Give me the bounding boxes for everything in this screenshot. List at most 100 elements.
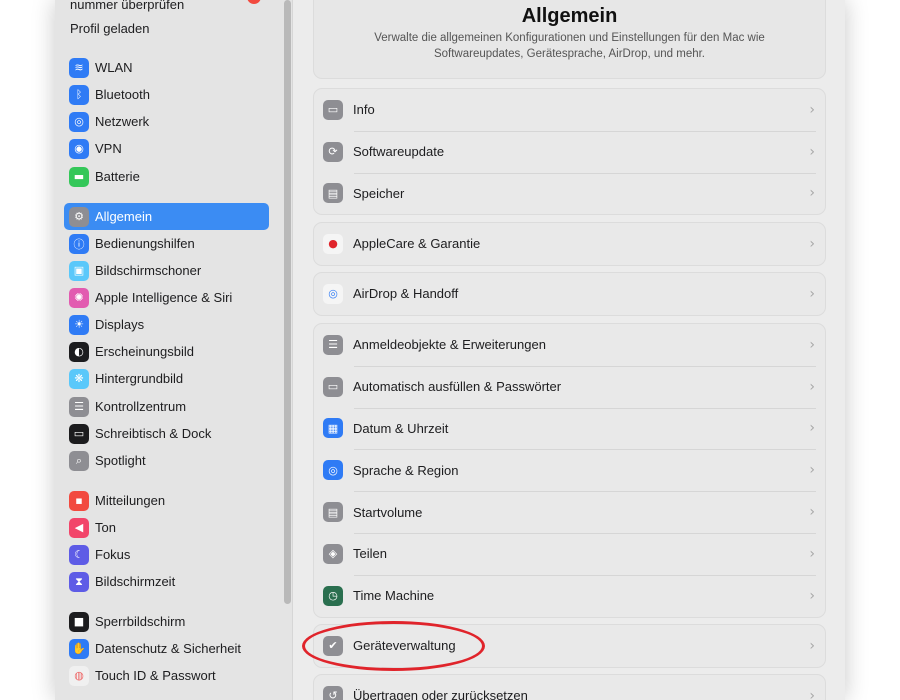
row-label: Time Machine (353, 588, 435, 604)
hourglass-icon: ⧗ (69, 571, 89, 592)
login-items-icon: ☰ (323, 334, 343, 355)
bluetooth-icon: ᛒ (69, 84, 89, 105)
main-pane: Allgemein Verwalte die allgemeinen Konfi… (293, 0, 845, 700)
row-time-machine[interactable]: ◷ Time Machine › (314, 574, 825, 617)
row-anmeldeobjekte-erweiterungen[interactable]: ☰ Anmeldeobjekte & Erweiterungen › (314, 324, 825, 366)
sidebar-item-label: Fokus (95, 547, 131, 562)
sidebar-item-label: Netzwerk (95, 114, 150, 129)
settings-group: ✔ Geräteverwaltung › (313, 624, 826, 668)
row-label: Teilen (353, 546, 387, 562)
notification-badge (247, 0, 261, 4)
row-teilen[interactable]: ◈ Teilen › (314, 532, 825, 575)
sharing-icon: ◈ (323, 543, 343, 564)
chevron-right-icon: › (809, 687, 815, 700)
row-label: Softwareupdate (353, 144, 445, 160)
sidebar-item-fokus[interactable]: ☾ Fokus (64, 541, 269, 568)
row-applecare-garantie[interactable]: ● AppleCare & Garantie › (314, 223, 825, 265)
sidebar-item-bedienungshilfen[interactable]: ⓘ Bedienungshilfen (64, 230, 269, 257)
sidebar-item-touch-id-passwort[interactable]: ◍ Touch ID & Passwort (64, 662, 269, 689)
sidebar-item-displays[interactable]: ☀ Displays (64, 311, 269, 338)
row-label: Info (353, 102, 375, 118)
vpn-icon: ◉ (69, 138, 89, 159)
system-settings-window: nummer überprüfen Profil geladen ≋ WLAN ᛒ B… (55, 0, 845, 700)
sidebar-item-spotlight[interactable]: ⌕ Spotlight (64, 447, 269, 474)
sidebar-item-sperrbildschirm[interactable]: ■ Sperrbildschirm (64, 608, 269, 635)
sidebar-item-label: Erscheinungsbild (95, 344, 195, 359)
software-update-icon: ⟳ (323, 141, 343, 162)
globe-icon: ◎ (69, 111, 89, 132)
sidebar-item-label: Bluetooth (95, 87, 150, 102)
sidebar-item-kontrollzentrum[interactable]: ☰ Kontrollzentrum (64, 393, 269, 420)
sound-icon: ◀ (69, 517, 89, 538)
sidebar-item-hintergrundbild[interactable]: ❋ Hintergrundbild (64, 365, 269, 392)
row-sprache-region[interactable]: ◎ Sprache & Region › (314, 449, 825, 491)
lock-screen-icon: ■ (69, 611, 89, 632)
sun-icon: ☀ (69, 314, 89, 335)
row-softwareupdate[interactable]: ⟳ Softwareupdate › (314, 130, 825, 173)
sidebar-item-allgemein[interactable]: ⚙ Allgemein (64, 203, 269, 230)
reset-icon: ↺ (323, 685, 343, 700)
chevron-right-icon: › (809, 637, 815, 654)
chevron-right-icon: › (809, 462, 815, 479)
chevron-right-icon: › (809, 336, 815, 353)
screensaver-icon: ▣ (69, 260, 89, 281)
sidebar-item-ton[interactable]: ◀ Ton (64, 514, 269, 541)
chevron-right-icon: › (809, 587, 815, 604)
row-startvolume[interactable]: ▤ Startvolume › (314, 491, 825, 533)
sidebar-item-bildschirmschoner[interactable]: ▣ Bildschirmschoner (64, 257, 269, 284)
device-management-icon: ✔ (323, 635, 343, 656)
sidebar-item-label: WLAN (95, 60, 133, 75)
row-speicher[interactable]: ▤ Speicher › (314, 172, 825, 215)
info-laptop-icon: ▭ (323, 99, 343, 120)
chevron-right-icon: › (809, 545, 815, 562)
gear-icon: ⚙ (69, 206, 89, 227)
autofill-icon: ▭ (323, 376, 343, 397)
header-card: Allgemein Verwalte die allgemeinen Konfi… (313, 0, 826, 79)
appearance-icon: ◐ (69, 341, 89, 362)
row-label: Übertragen oder zurücksetzen (353, 688, 528, 700)
row-airdrop-handoff[interactable]: ◎ AirDrop & Handoff › (314, 273, 825, 315)
sidebar-item-mitteilungen[interactable]: ▪ Mitteilungen (64, 487, 269, 514)
sidebar-item-schreibtisch-dock[interactable]: ▭ Schreibtisch & Dock (64, 420, 269, 447)
chevron-right-icon: › (809, 420, 815, 437)
row-label: Geräteverwaltung (353, 638, 456, 654)
disk-icon: ▤ (323, 502, 343, 523)
accessibility-icon: ⓘ (69, 233, 89, 254)
row-automatisch-ausfüllen-passwörter[interactable]: ▭ Automatisch ausfüllen & Passwörter › (314, 365, 825, 408)
siri-icon: ✺ (69, 287, 89, 308)
sidebar-item-label: Datenschutz & Sicherheit (95, 641, 241, 656)
sidebar-item-apple-intelligence-siri[interactable]: ✺ Apple Intelligence & Siri (64, 284, 269, 311)
sidebar-item-bluetooth[interactable]: ᛒ Bluetooth (64, 81, 269, 108)
chevron-right-icon: › (809, 235, 815, 252)
notifications-icon: ▪ (69, 490, 89, 511)
row-label: Sprache & Region (353, 462, 459, 478)
row-label: Datum & Uhrzeit (353, 420, 449, 436)
sidebar-item-vpn[interactable]: ◉ VPN (64, 135, 269, 162)
sidebar-item-datenschutz-sicherheit[interactable]: ✋ Datenschutz & Sicherheit (64, 635, 269, 662)
sidebar-partial-text: nummer überprüfen (70, 0, 185, 12)
sidebar-item-label: Kontrollzentrum (95, 399, 187, 414)
sidebar-item-label: Allgemein (95, 209, 153, 224)
sidebar: nummer überprüfen Profil geladen ≋ WLAN ᛒ B… (55, 0, 293, 700)
sidebar-item-bildschirmzeit[interactable]: ⧗ Bildschirmzeit (64, 568, 269, 595)
sidebar-item-label: Spotlight (95, 453, 146, 468)
sidebar-item-netzwerk[interactable]: ◎ Netzwerk (64, 108, 269, 135)
row-geräteverwaltung[interactable]: ✔ Geräteverwaltung › (314, 625, 825, 667)
row-datum-uhrzeit[interactable]: ▦ Datum & Uhrzeit › (314, 407, 825, 450)
sidebar-item-erscheinungsbild[interactable]: ◐ Erscheinungsbild (64, 338, 269, 365)
sidebar-item-batterie[interactable]: ▬ Batterie (64, 163, 269, 190)
chevron-right-icon: › (809, 101, 815, 118)
sidebar-item-label: Sperrbildschirm (95, 614, 186, 629)
sidebar-item-wlan[interactable]: ≋ WLAN (64, 54, 269, 81)
airdrop-icon: ◎ (323, 283, 343, 304)
row-übertragen-oder-zurücksetzen[interactable]: ↺ Übertragen oder zurücksetzen › (314, 675, 825, 700)
settings-group: ☰ Anmeldeobjekte & Erweiterungen › ▭ Automat… (313, 323, 826, 618)
sidebar-scrollbar[interactable] (284, 0, 291, 604)
sidebar-item-label: Ton (95, 520, 116, 535)
sidebar-item-label: Hintergrundbild (95, 371, 184, 386)
settings-group: ● AppleCare & Garantie › (313, 222, 826, 266)
profile-status[interactable]: Profil geladen (70, 21, 150, 36)
search-icon: ⌕ (69, 450, 89, 471)
wallpaper-icon: ❋ (69, 368, 89, 389)
row-info[interactable]: ▭ Info › (314, 89, 825, 131)
